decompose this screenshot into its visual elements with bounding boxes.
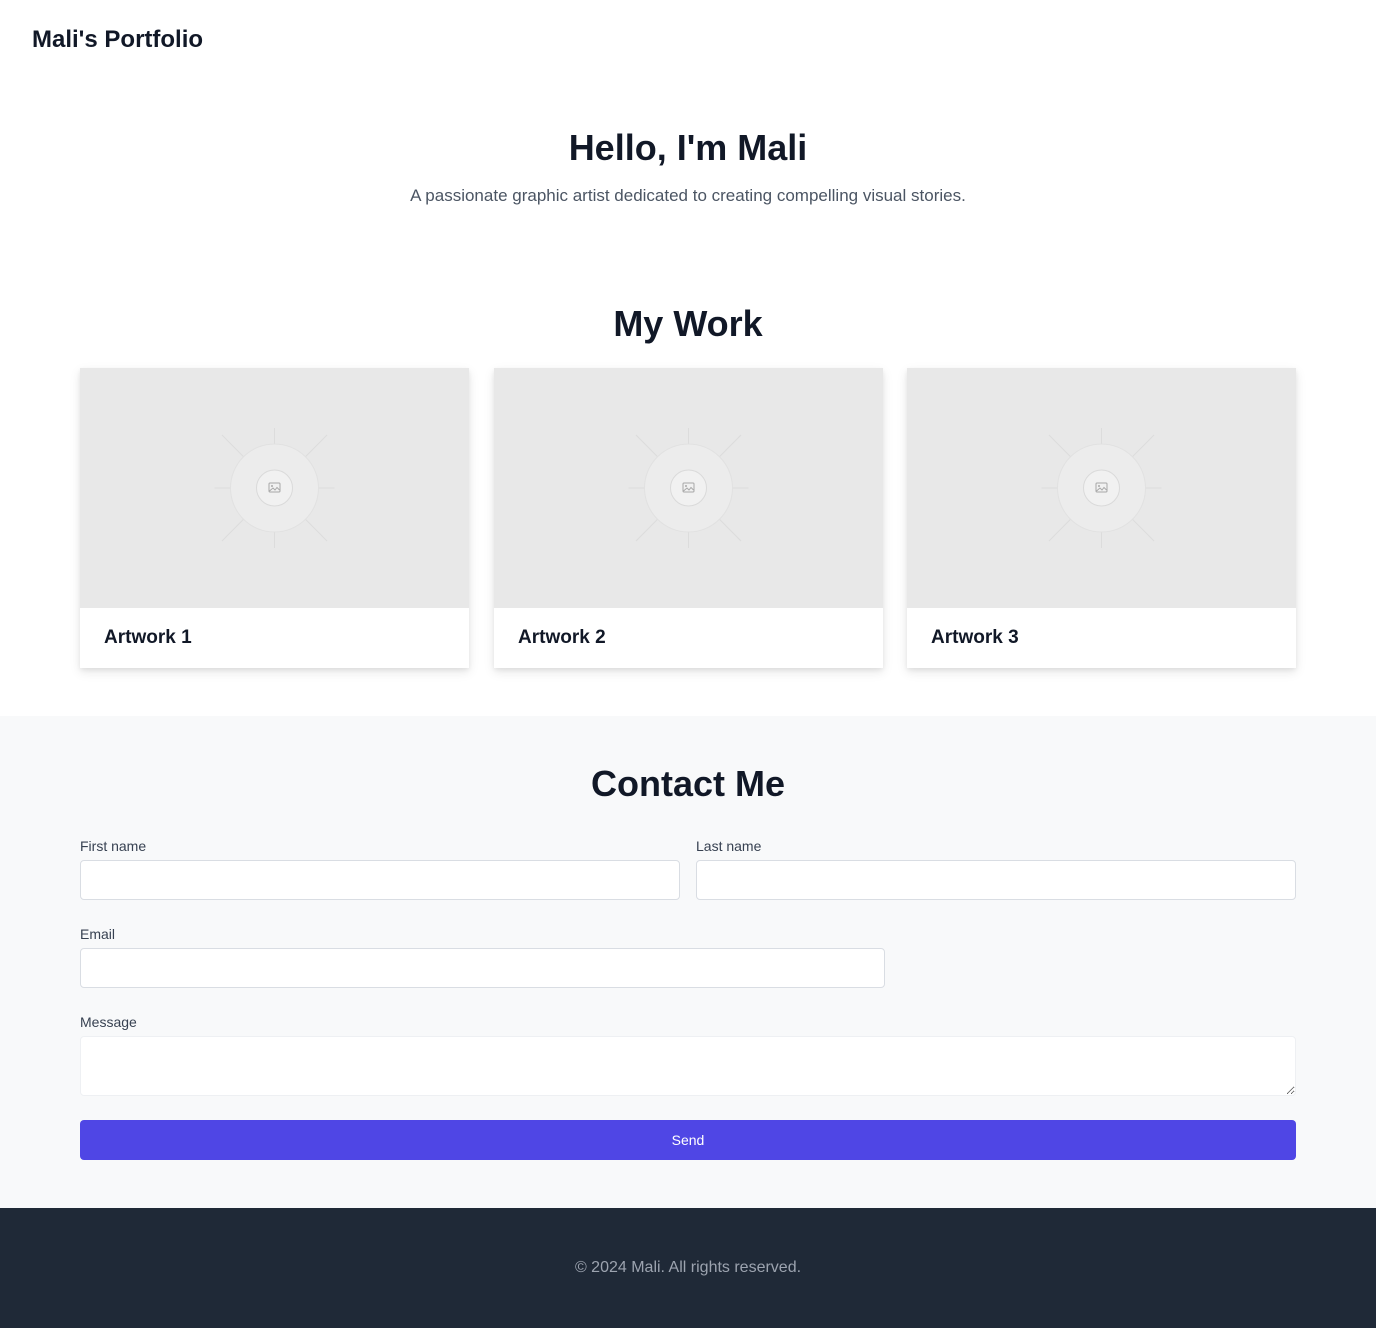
work-section-title: My Work	[613, 303, 763, 344]
email-label: Email	[80, 926, 116, 942]
contact-section-title: Contact Me	[590, 763, 785, 804]
image-placeholder-icon	[628, 428, 749, 548]
artwork-image-placeholder	[907, 368, 1296, 608]
site-footer: © 2024 Mali. All rights reserved.	[0, 1208, 1376, 1328]
contact-section: Contact Me First name Last name Email Me…	[0, 716, 1376, 1208]
artwork-title: Artwork 3	[931, 627, 1019, 648]
message-field[interactable]	[80, 1036, 1296, 1096]
image-placeholder-icon	[1041, 428, 1162, 548]
artwork-image-placeholder	[494, 368, 883, 608]
brand-logo-link[interactable]: Mali's Portfolio	[32, 24, 203, 56]
artwork-card[interactable]: Artwork 2	[494, 368, 883, 668]
email-field[interactable]	[80, 948, 885, 988]
artwork-image-placeholder	[80, 368, 469, 608]
first-name-label: First name	[80, 838, 147, 854]
image-placeholder-icon	[214, 428, 335, 548]
artwork-title: Artwork 2	[518, 627, 606, 648]
send-button[interactable]: Send	[80, 1120, 1296, 1160]
artwork-card[interactable]: Artwork 3	[907, 368, 1296, 668]
artwork-card[interactable]: Artwork 1	[80, 368, 469, 668]
last-name-field[interactable]	[696, 860, 1296, 900]
message-label: Message	[80, 1014, 137, 1030]
hero-title: Hello, I'm Mali	[568, 127, 808, 168]
hero-subtitle: A passionate graphic artist dedicated to…	[410, 186, 966, 205]
site-header: Mali's Portfolio	[0, 0, 1376, 80]
first-name-field[interactable]	[80, 860, 680, 900]
artwork-title: Artwork 1	[104, 627, 192, 648]
copyright-text: © 2024 Mali. All rights reserved.	[574, 1259, 802, 1276]
last-name-label: Last name	[696, 838, 762, 854]
